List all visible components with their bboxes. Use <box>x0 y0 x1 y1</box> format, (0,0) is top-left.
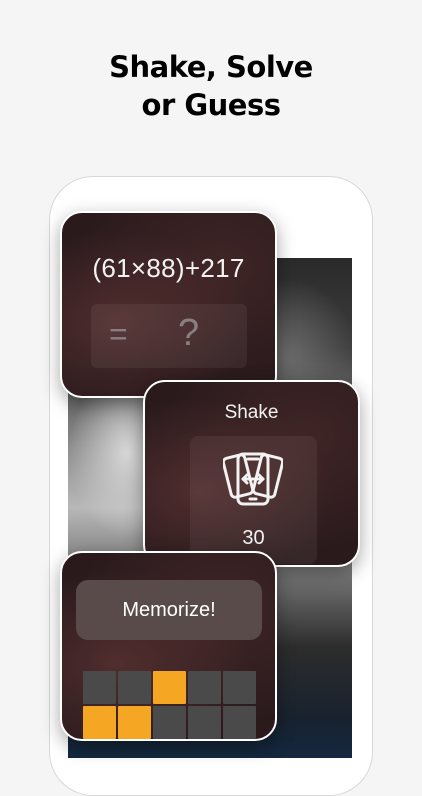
grid-cell[interactable] <box>223 671 256 704</box>
phone-shake-icon <box>223 452 283 506</box>
memorize-button[interactable]: Memorize! <box>76 580 262 640</box>
shake-title: Shake <box>224 402 279 423</box>
grid-cell[interactable] <box>153 671 186 704</box>
grid-cell[interactable] <box>83 706 116 739</box>
shake-challenge-card: Shake 30 <box>143 380 360 567</box>
grid-cell[interactable] <box>223 706 256 739</box>
headline-line-2: or Guess <box>141 88 281 122</box>
grid-cell[interactable] <box>118 671 151 704</box>
memorize-challenge-card: Memorize! <box>60 551 277 741</box>
grid-cell[interactable] <box>118 706 151 739</box>
memory-grid <box>83 671 259 739</box>
headline-line-1: Shake, Solve <box>109 50 313 84</box>
grid-cell[interactable] <box>153 706 186 739</box>
answer-field[interactable]: = ? <box>91 304 247 368</box>
shake-counter: 30 <box>242 527 265 549</box>
equals-sign: = <box>109 316 128 352</box>
math-challenge-card: (61×88)+217 = ? <box>60 211 277 398</box>
grid-cell[interactable] <box>188 671 221 704</box>
grid-cell[interactable] <box>188 706 221 739</box>
shake-panel: 30 <box>190 436 317 564</box>
answer-placeholder: ? <box>178 312 200 354</box>
math-expression: (61×88)+217 <box>92 253 245 283</box>
grid-cell[interactable] <box>83 671 116 704</box>
headline: Shake, Solve or Guess <box>0 48 422 124</box>
